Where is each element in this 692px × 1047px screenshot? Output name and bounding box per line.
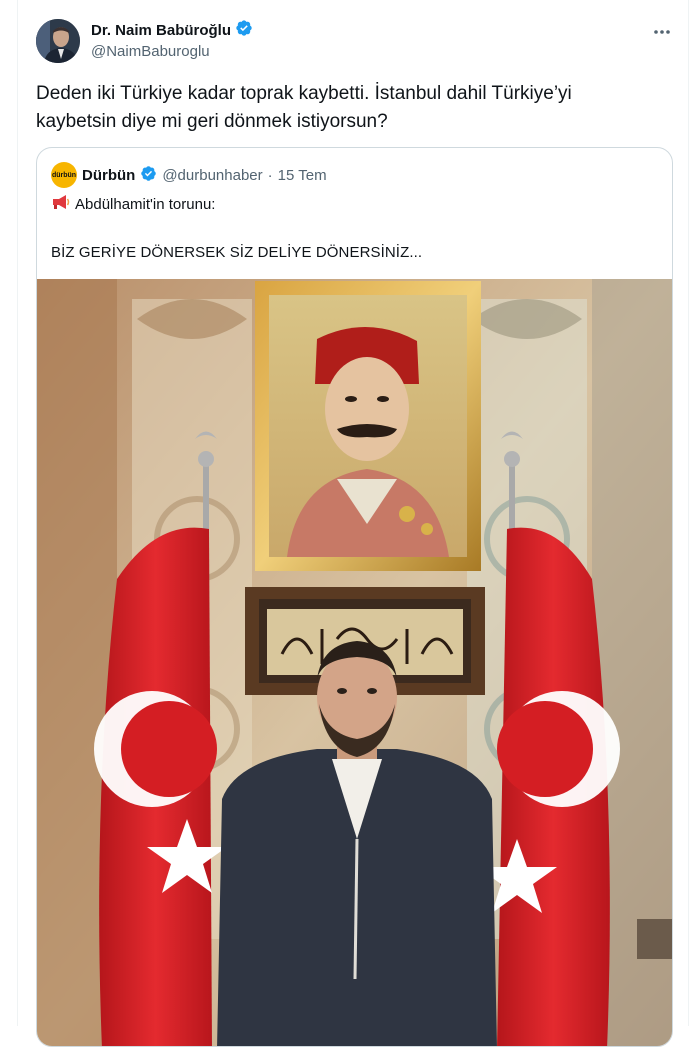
quoted-avatar-logo: dürbün bbox=[51, 171, 77, 179]
more-icon bbox=[653, 22, 671, 40]
author-name[interactable]: Dr. Naim Babüroğlu bbox=[91, 22, 231, 39]
tweet-text: Deden iki Türkiye kadar toprak kaybetti.… bbox=[36, 83, 572, 132]
quoted-photo[interactable] bbox=[37, 279, 672, 1046]
verified-badge-icon bbox=[235, 19, 253, 42]
quoted-author-name[interactable]: Dürbün bbox=[82, 167, 135, 184]
more-options-button[interactable] bbox=[650, 20, 674, 42]
quoted-tweet-header: dürbün Dürbün @durbunhaber · 15 Tem bbox=[51, 162, 327, 188]
quoted-text-main: BİZ GERİYE DÖNERSEK SİZ DELİYE DÖNERSİNİ… bbox=[51, 244, 423, 261]
verified-badge-icon bbox=[140, 165, 157, 186]
quoted-avatar[interactable]: dürbün bbox=[51, 162, 77, 188]
author-name-row: Dr. Naim Babüroğlu bbox=[91, 19, 253, 42]
quoted-tweet[interactable]: dürbün Dürbün @durbunhaber · 15 Tem Abdü… bbox=[36, 147, 673, 1047]
author-handle[interactable]: @NaimBaburoglu bbox=[91, 43, 210, 60]
quoted-timestamp[interactable]: 15 Tem bbox=[278, 167, 327, 184]
quoted-author-handle[interactable]: @durbunhaber bbox=[162, 167, 262, 184]
quoted-text-line1: Abdülhamit'in torunu: bbox=[51, 194, 215, 214]
megaphone-icon bbox=[51, 194, 71, 214]
separator-dot: · bbox=[267, 166, 273, 184]
quoted-text-intro: Abdülhamit'in torunu: bbox=[75, 195, 216, 213]
author-avatar[interactable] bbox=[36, 19, 80, 63]
